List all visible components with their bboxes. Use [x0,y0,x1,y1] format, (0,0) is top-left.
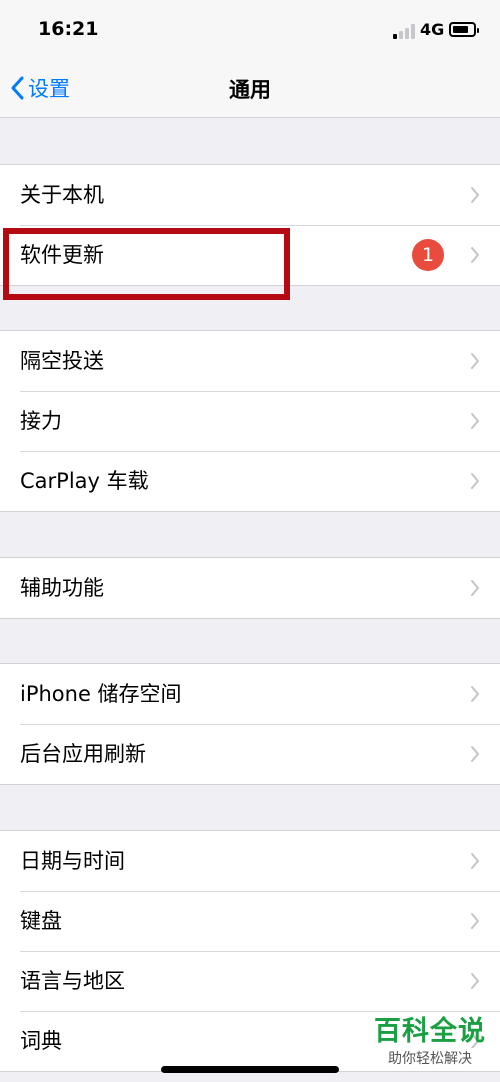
status-bar: 16:21 4G [0,0,500,60]
chevron-right-icon [471,973,479,989]
settings-row-about[interactable]: 关于本机 [0,165,500,225]
settings-row-label: 语言与地区 [20,969,125,993]
network-type: 4G [420,20,445,39]
navigation-bar: 设置 通用 [0,60,500,118]
page-title: 通用 [229,78,271,102]
settings-row-iphone-storage[interactable]: iPhone 储存空间 [0,664,500,724]
settings-row-language-region[interactable]: 语言与地区 [0,951,500,1011]
chevron-right-icon [471,353,479,369]
settings-row-airdrop[interactable]: 隔空投送 [0,331,500,391]
watermark-slogan: 助你轻松解决 [374,1048,486,1070]
settings-row-accessibility[interactable]: 辅助功能 [0,558,500,618]
settings-group-connectivity: 隔空投送 接力 CarPlay 车载 [0,330,500,512]
chevron-right-icon [471,913,479,929]
update-count-badge: 1 [412,239,444,271]
settings-row-label: 隔空投送 [20,349,104,373]
watermark-logo: 百科全说 助你轻松解决 [374,1016,486,1070]
settings-group-about: 关于本机 软件更新 1 [0,164,500,286]
settings-row-label: 软件更新 [20,243,104,267]
settings-row-label: 后台应用刷新 [20,742,146,766]
settings-row-label: iPhone 储存空间 [20,682,182,706]
settings-row-label: 键盘 [20,909,62,933]
status-time: 16:21 [38,18,99,40]
settings-row-carplay[interactable]: CarPlay 车载 [0,451,500,511]
chevron-right-icon [471,473,479,489]
home-indicator[interactable] [161,1066,339,1073]
battery-icon [449,22,479,37]
chevron-right-icon [471,686,479,702]
settings-row-label: 辅助功能 [20,576,104,600]
settings-row-label: 关于本机 [20,183,104,207]
signal-strength-icon [393,23,417,39]
settings-row-handoff[interactable]: 接力 [0,391,500,451]
watermark-brand: 百科全说 [374,1016,486,1047]
settings-row-label: 日期与时间 [20,849,125,873]
settings-group-accessibility: 辅助功能 [0,557,500,619]
chevron-right-icon [471,580,479,596]
settings-row-date-time[interactable]: 日期与时间 [0,831,500,891]
settings-row-software-update[interactable]: 软件更新 1 [0,225,500,285]
settings-row-background-refresh[interactable]: 后台应用刷新 [0,724,500,784]
settings-row-keyboard[interactable]: 键盘 [0,891,500,951]
settings-row-label: CarPlay 车载 [20,469,149,493]
chevron-right-icon [471,413,479,429]
chevron-right-icon [471,746,479,762]
settings-group-storage: iPhone 储存空间 后台应用刷新 [0,663,500,785]
chevron-right-icon [471,187,479,203]
chevron-right-icon [471,853,479,869]
chevron-right-icon [471,247,479,263]
settings-row-label: 接力 [20,409,62,433]
settings-row-label: 词典 [20,1029,62,1053]
